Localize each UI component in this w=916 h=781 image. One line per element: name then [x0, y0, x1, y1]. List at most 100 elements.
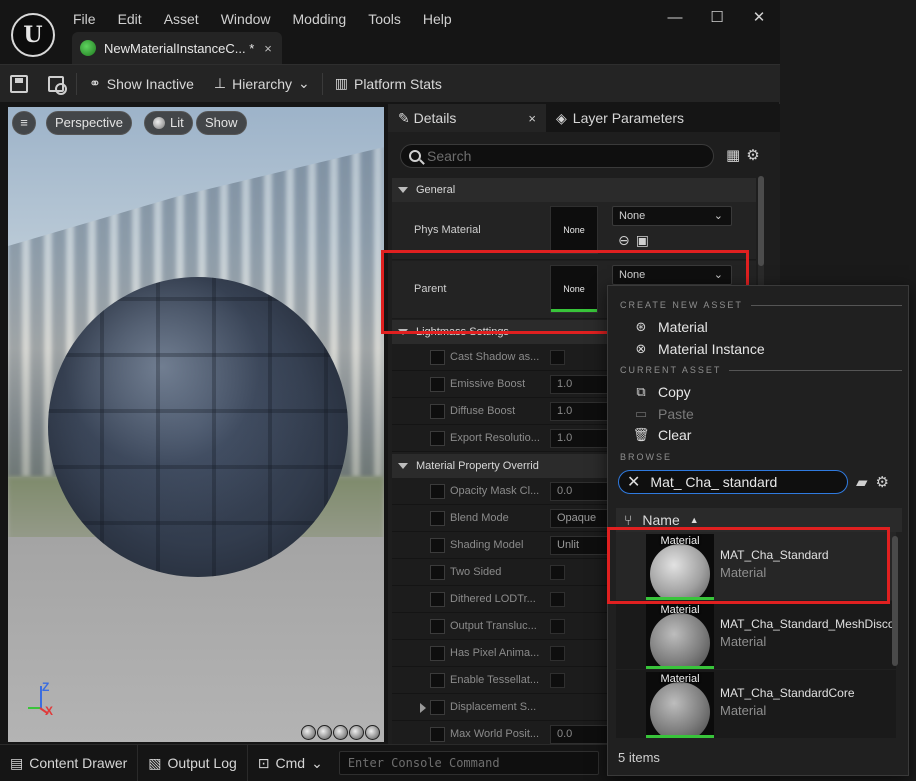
tab-details[interactable]: ✎ Details ×: [388, 104, 546, 132]
override-checkbox[interactable]: [430, 484, 445, 499]
value-checkbox[interactable]: [550, 565, 565, 580]
show-button[interactable]: Show: [196, 111, 247, 135]
maximize-button[interactable]: ☐: [696, 6, 738, 30]
override-checkbox[interactable]: [430, 538, 445, 553]
document-tab-label: NewMaterialInstanceC... *: [104, 40, 255, 56]
menu-file[interactable]: File: [62, 8, 107, 30]
property-label: Emissive Boost: [450, 378, 526, 390]
override-checkbox[interactable]: [430, 350, 445, 365]
value-checkbox[interactable]: [550, 673, 565, 688]
sphere-shape-button[interactable]: [317, 725, 332, 740]
lit-label: Lit: [170, 115, 184, 130]
mesh-shape-button[interactable]: [365, 725, 380, 740]
property-label: Dithered LODTr...: [450, 593, 536, 605]
material-preview-viewport[interactable]: ≡ Perspective Lit Show Z X: [8, 107, 384, 742]
asset-type: Material: [720, 703, 767, 718]
numeric-field[interactable]: 1.0: [550, 402, 608, 421]
value-checkbox[interactable]: [550, 592, 565, 607]
copy-item[interactable]: ⧉ Copy: [634, 384, 690, 400]
use-selected-icon[interactable]: ⊖: [618, 232, 630, 249]
list-item[interactable]: Material MAT_Cha_Standard_MeshDisco Mate…: [616, 601, 896, 669]
asset-thumbnail: Material: [646, 603, 714, 669]
platform-stats-button[interactable]: ▥ Platform Stats: [325, 65, 452, 103]
value-checkbox[interactable]: [550, 619, 565, 634]
trash-icon: 🗑: [632, 427, 650, 442]
save-button[interactable]: [0, 65, 38, 103]
create-material-instance-item[interactable]: ⊗ Material Instance: [634, 341, 765, 357]
close-window-button[interactable]: ✕: [738, 6, 780, 30]
details-search-input[interactable]: Search: [400, 144, 714, 168]
hierarchy-button[interactable]: ⊥ Hierarchy ⌄: [204, 65, 320, 103]
clear-item[interactable]: 🗑 Clear: [632, 427, 692, 443]
asset-search-options: ▰ ⚙: [856, 473, 889, 491]
nodes-icon: ⚭: [89, 75, 101, 91]
override-checkbox[interactable]: [430, 619, 445, 634]
override-checkbox[interactable]: [430, 592, 445, 607]
menu-window[interactable]: Window: [210, 8, 282, 30]
browse-to-asset-button[interactable]: [38, 65, 74, 103]
value-checkbox[interactable]: [550, 646, 565, 661]
menu-help[interactable]: Help: [412, 8, 463, 30]
close-tab-icon[interactable]: ×: [528, 111, 536, 126]
override-checkbox[interactable]: [430, 700, 445, 715]
property-label: Output Transluc...: [450, 620, 537, 632]
clear-search-icon[interactable]: ✕: [627, 472, 640, 492]
lit-button[interactable]: Lit: [144, 111, 193, 135]
option-select[interactable]: Opaque: [550, 509, 608, 528]
folder-icon[interactable]: ▰: [856, 473, 868, 491]
cylinder-shape-button[interactable]: [301, 725, 316, 740]
plane-shape-button[interactable]: [333, 725, 348, 740]
numeric-field[interactable]: 1.0: [550, 375, 608, 394]
override-checkbox[interactable]: [430, 727, 445, 742]
asset-search-input[interactable]: ✕ Mat_ Cha_ standard: [618, 470, 848, 494]
content-drawer-button[interactable]: ▤ Content Drawer: [0, 744, 139, 781]
asset-list-scrollbar[interactable]: [892, 536, 898, 666]
override-checkbox[interactable]: [430, 673, 445, 688]
tab-layer-parameters[interactable]: ◈ Layer Parameters: [546, 104, 694, 132]
console-input[interactable]: Enter Console Command: [338, 751, 599, 775]
close-tab-icon[interactable]: ×: [264, 41, 272, 56]
document-tab[interactable]: NewMaterialInstanceC... * ×: [72, 32, 282, 64]
output-log-button[interactable]: ▧ Output Log: [138, 744, 248, 781]
unreal-logo[interactable]: U: [11, 13, 55, 57]
override-checkbox[interactable]: [430, 565, 445, 580]
override-checkbox[interactable]: [430, 404, 445, 419]
menu-modding[interactable]: Modding: [282, 8, 358, 30]
show-inactive-label: Show Inactive: [106, 75, 194, 92]
category-general[interactable]: General: [392, 178, 756, 202]
option-select[interactable]: Unlit: [550, 536, 608, 555]
viewport-options-button[interactable]: ≡: [12, 111, 36, 135]
expand-arrow-icon[interactable]: [420, 703, 426, 713]
paste-item[interactable]: ▭ Paste: [634, 406, 694, 422]
list-item[interactable]: Material MAT_Cha_StandardCore Material: [616, 670, 896, 738]
minimize-button[interactable]: —: [654, 6, 696, 30]
numeric-field[interactable]: 0.0: [550, 725, 608, 744]
numeric-field[interactable]: 1.0: [550, 429, 608, 448]
property-label: Max World Posit...: [450, 728, 540, 740]
phys-material-combo[interactable]: None ⌄: [612, 206, 732, 226]
chevron-down-icon: ⌄: [298, 75, 310, 91]
phys-material-value: None: [619, 210, 646, 222]
tab-layer-parameters-label: Layer Parameters: [572, 110, 685, 126]
menu-edit[interactable]: Edit: [107, 8, 153, 30]
cube-shape-button[interactable]: [349, 725, 364, 740]
gear-icon[interactable]: ⚙: [746, 146, 759, 164]
override-checkbox[interactable]: [430, 646, 445, 661]
override-checkbox[interactable]: [430, 431, 445, 446]
hierarchy-icon: ⊥: [213, 75, 227, 91]
cmd-button[interactable]: ⊡ Cmd ⌄: [248, 745, 333, 781]
gear-icon[interactable]: ⚙: [876, 473, 889, 491]
menu-asset[interactable]: Asset: [153, 8, 210, 30]
scrollbar-thumb[interactable]: [758, 176, 764, 266]
perspective-button[interactable]: Perspective: [46, 111, 132, 135]
phys-material-thumbnail[interactable]: None: [550, 206, 598, 254]
menu-tools[interactable]: Tools: [357, 8, 412, 30]
browse-icon[interactable]: ▣: [636, 232, 649, 249]
numeric-field[interactable]: 0.0: [550, 482, 608, 501]
override-checkbox[interactable]: [430, 511, 445, 526]
create-material-item[interactable]: ⊛ Material: [634, 319, 708, 335]
value-checkbox[interactable]: [550, 350, 565, 365]
table-view-icon[interactable]: ▦: [726, 146, 740, 164]
show-inactive-button[interactable]: ⚭ Show Inactive: [79, 65, 204, 103]
override-checkbox[interactable]: [430, 377, 445, 392]
